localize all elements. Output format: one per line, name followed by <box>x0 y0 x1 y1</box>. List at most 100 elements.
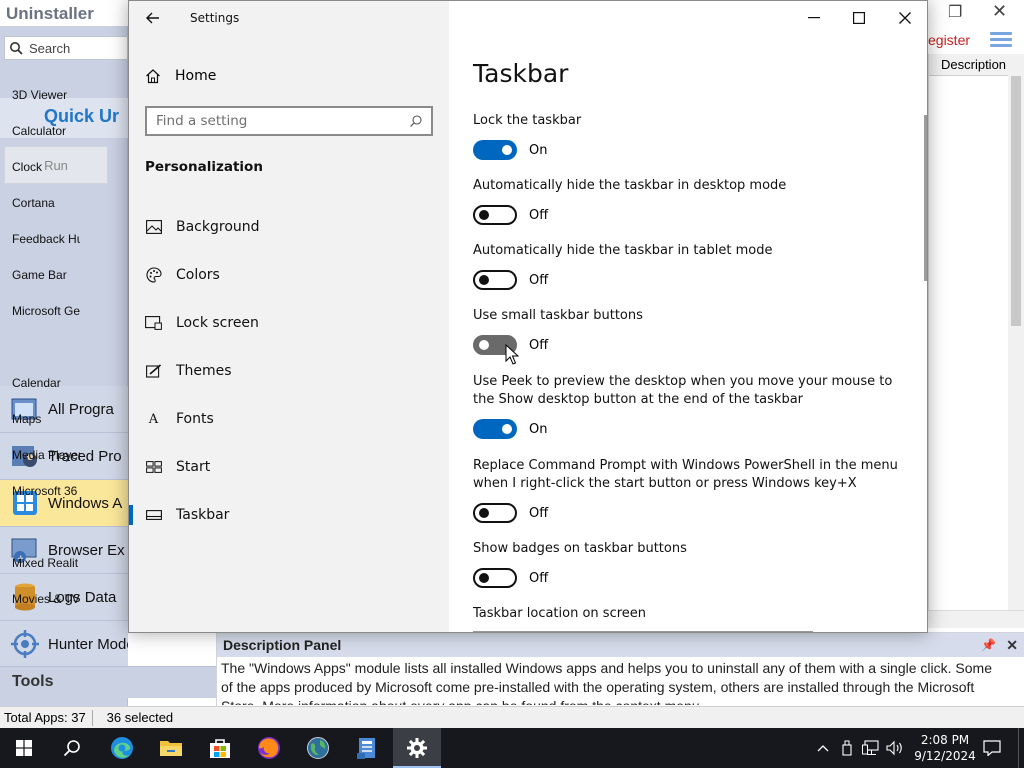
toggle-state: Off <box>529 337 549 353</box>
edge-browser-icon <box>111 737 133 759</box>
description-panel-text: The "Windows Apps" module lists all inst… <box>221 660 992 705</box>
description-panel: Description Panel 📌 ✕ The "Windows Apps"… <box>216 632 1024 706</box>
uninstaller-search[interactable]: Search <box>4 36 128 60</box>
powershell-toggle[interactable]: Off <box>473 503 548 523</box>
restore-icon[interactable]: ❐ <box>948 2 962 21</box>
nav-hunter-mode[interactable]: Hunter Mode <box>0 621 128 668</box>
list-item[interactable]: Clock <box>12 160 80 174</box>
close-icon[interactable]: ✕ <box>1006 633 1018 657</box>
nav-fonts[interactable]: A Fonts <box>129 395 449 443</box>
uninstaller-app[interactable] <box>343 728 391 768</box>
option-label: Automatically hide the taskbar in deskto… <box>473 178 787 193</box>
nav-background[interactable]: Background <box>129 203 449 251</box>
firefox-app[interactable] <box>245 728 293 768</box>
notifications-icon[interactable] <box>980 728 1004 768</box>
show-desktop-button[interactable] <box>1018 728 1019 768</box>
clock-time: 2:08 PM <box>920 733 970 747</box>
settings-window-title: Settings <box>190 11 240 25</box>
toggle-state: Off <box>529 272 549 288</box>
autohide-desktop-toggle[interactable]: Off <box>473 205 548 225</box>
close-icon[interactable]: ✕ <box>992 1 1007 22</box>
start-button[interactable] <box>0 728 48 768</box>
start-tiles-icon <box>145 459 162 476</box>
status-bar: Total Apps: 37 36 selected <box>0 706 1024 728</box>
taskbar-clock[interactable]: 2:08 PM 9/12/2024 <box>914 732 976 764</box>
nav-taskbar[interactable]: Taskbar <box>129 491 449 539</box>
list-item[interactable]: Movies & TV <box>12 592 80 606</box>
nav-label: Lock screen <box>176 315 259 331</box>
toggle-switch[interactable] <box>473 419 517 439</box>
search-icon <box>63 740 80 757</box>
uninstaller-title: Uninstaller <box>6 4 94 23</box>
crosshair-icon <box>10 629 40 659</box>
usb-device-icon[interactable] <box>838 728 856 768</box>
register-link[interactable]: egister <box>928 32 970 48</box>
status-divider <box>91 709 101 726</box>
pin-icon[interactable]: 📌 <box>981 633 996 657</box>
folder-icon <box>160 741 182 756</box>
back-arrow-icon[interactable] <box>143 7 163 29</box>
description-panel-title: Description Panel <box>223 637 342 653</box>
palette-icon <box>145 267 162 284</box>
autohide-tablet-toggle[interactable]: Off <box>473 270 548 290</box>
list-header-description[interactable]: Description <box>929 54 1009 76</box>
settings-scrollbar[interactable] <box>924 115 927 281</box>
toggle-switch[interactable] <box>473 568 517 588</box>
list-horizontal-scrollbar[interactable] <box>928 610 1024 628</box>
list-item[interactable]: Mixed Realit <box>12 556 80 570</box>
nav-start[interactable]: Start <box>129 443 449 491</box>
taskbar-search-button[interactable] <box>48 728 96 768</box>
home-nav-item[interactable]: Home <box>145 65 216 87</box>
scrollbar-thumb[interactable] <box>1011 76 1021 326</box>
store-app[interactable] <box>196 728 244 768</box>
option-label: Automatically hide the taskbar in tablet… <box>473 243 773 258</box>
list-item[interactable]: Calculator <box>12 124 80 138</box>
list-item[interactable]: Maps <box>12 412 80 426</box>
peek-toggle[interactable]: On <box>473 419 547 439</box>
list-item[interactable]: Calendar <box>12 376 80 390</box>
badges-toggle[interactable]: Off <box>473 568 548 588</box>
hamburger-menu-icon[interactable] <box>990 32 1012 50</box>
find-setting-box[interactable] <box>145 106 433 136</box>
list-item[interactable]: Microsoft Ge <box>12 304 80 318</box>
list-item[interactable]: Game Bar <box>12 268 80 282</box>
edge-app[interactable] <box>98 728 146 768</box>
toggle-switch[interactable] <box>473 205 517 225</box>
nav-themes[interactable]: Themes <box>129 347 449 395</box>
volume-icon[interactable] <box>884 728 906 768</box>
find-setting-input[interactable] <box>156 113 396 129</box>
lock-taskbar-toggle[interactable]: On <box>473 140 547 160</box>
list-item[interactable]: 3D Viewer <box>12 88 80 102</box>
list-item[interactable]: Cortana <box>12 196 80 210</box>
network-icon[interactable] <box>860 728 882 768</box>
nav-colors[interactable]: Colors <box>129 251 449 299</box>
taskbar-location-dropdown[interactable] <box>473 631 813 632</box>
toggle-state: Off <box>529 505 549 521</box>
list-item[interactable]: Feedback Hu <box>12 232 80 246</box>
file-explorer-app[interactable] <box>147 728 195 768</box>
list-vertical-scrollbar[interactable] <box>1008 54 1024 610</box>
option-label: Use small taskbar buttons <box>473 308 643 323</box>
list-item[interactable]: Microsoft 36 <box>12 484 80 498</box>
nav-label: Hunter Mode <box>48 635 128 653</box>
settings-window: Settings Home Personalization Background… <box>128 0 928 633</box>
settings-app[interactable] <box>393 728 441 768</box>
settings-sidebar: Settings Home Personalization Background… <box>129 1 449 632</box>
home-label: Home <box>175 68 217 84</box>
gear-icon <box>407 738 427 758</box>
toggle-state: Off <box>529 207 549 223</box>
personalization-heading: Personalization <box>145 159 263 175</box>
search-icon <box>10 42 23 55</box>
search-icon <box>409 114 423 132</box>
globe-icon <box>307 737 329 759</box>
status-total-apps: Total Apps: 37 <box>4 710 86 725</box>
globe-app[interactable] <box>294 728 342 768</box>
toggle-switch[interactable] <box>473 503 517 523</box>
tray-overflow-chevron-icon[interactable] <box>814 728 832 768</box>
option-label: Show badges on taskbar buttons <box>473 541 687 556</box>
tools-section[interactable]: Tools <box>0 666 216 698</box>
nav-lock-screen[interactable]: Lock screen <box>129 299 449 347</box>
toggle-switch[interactable] <box>473 140 517 160</box>
toggle-switch[interactable] <box>473 270 517 290</box>
list-item[interactable]: Media Player <box>12 448 80 462</box>
